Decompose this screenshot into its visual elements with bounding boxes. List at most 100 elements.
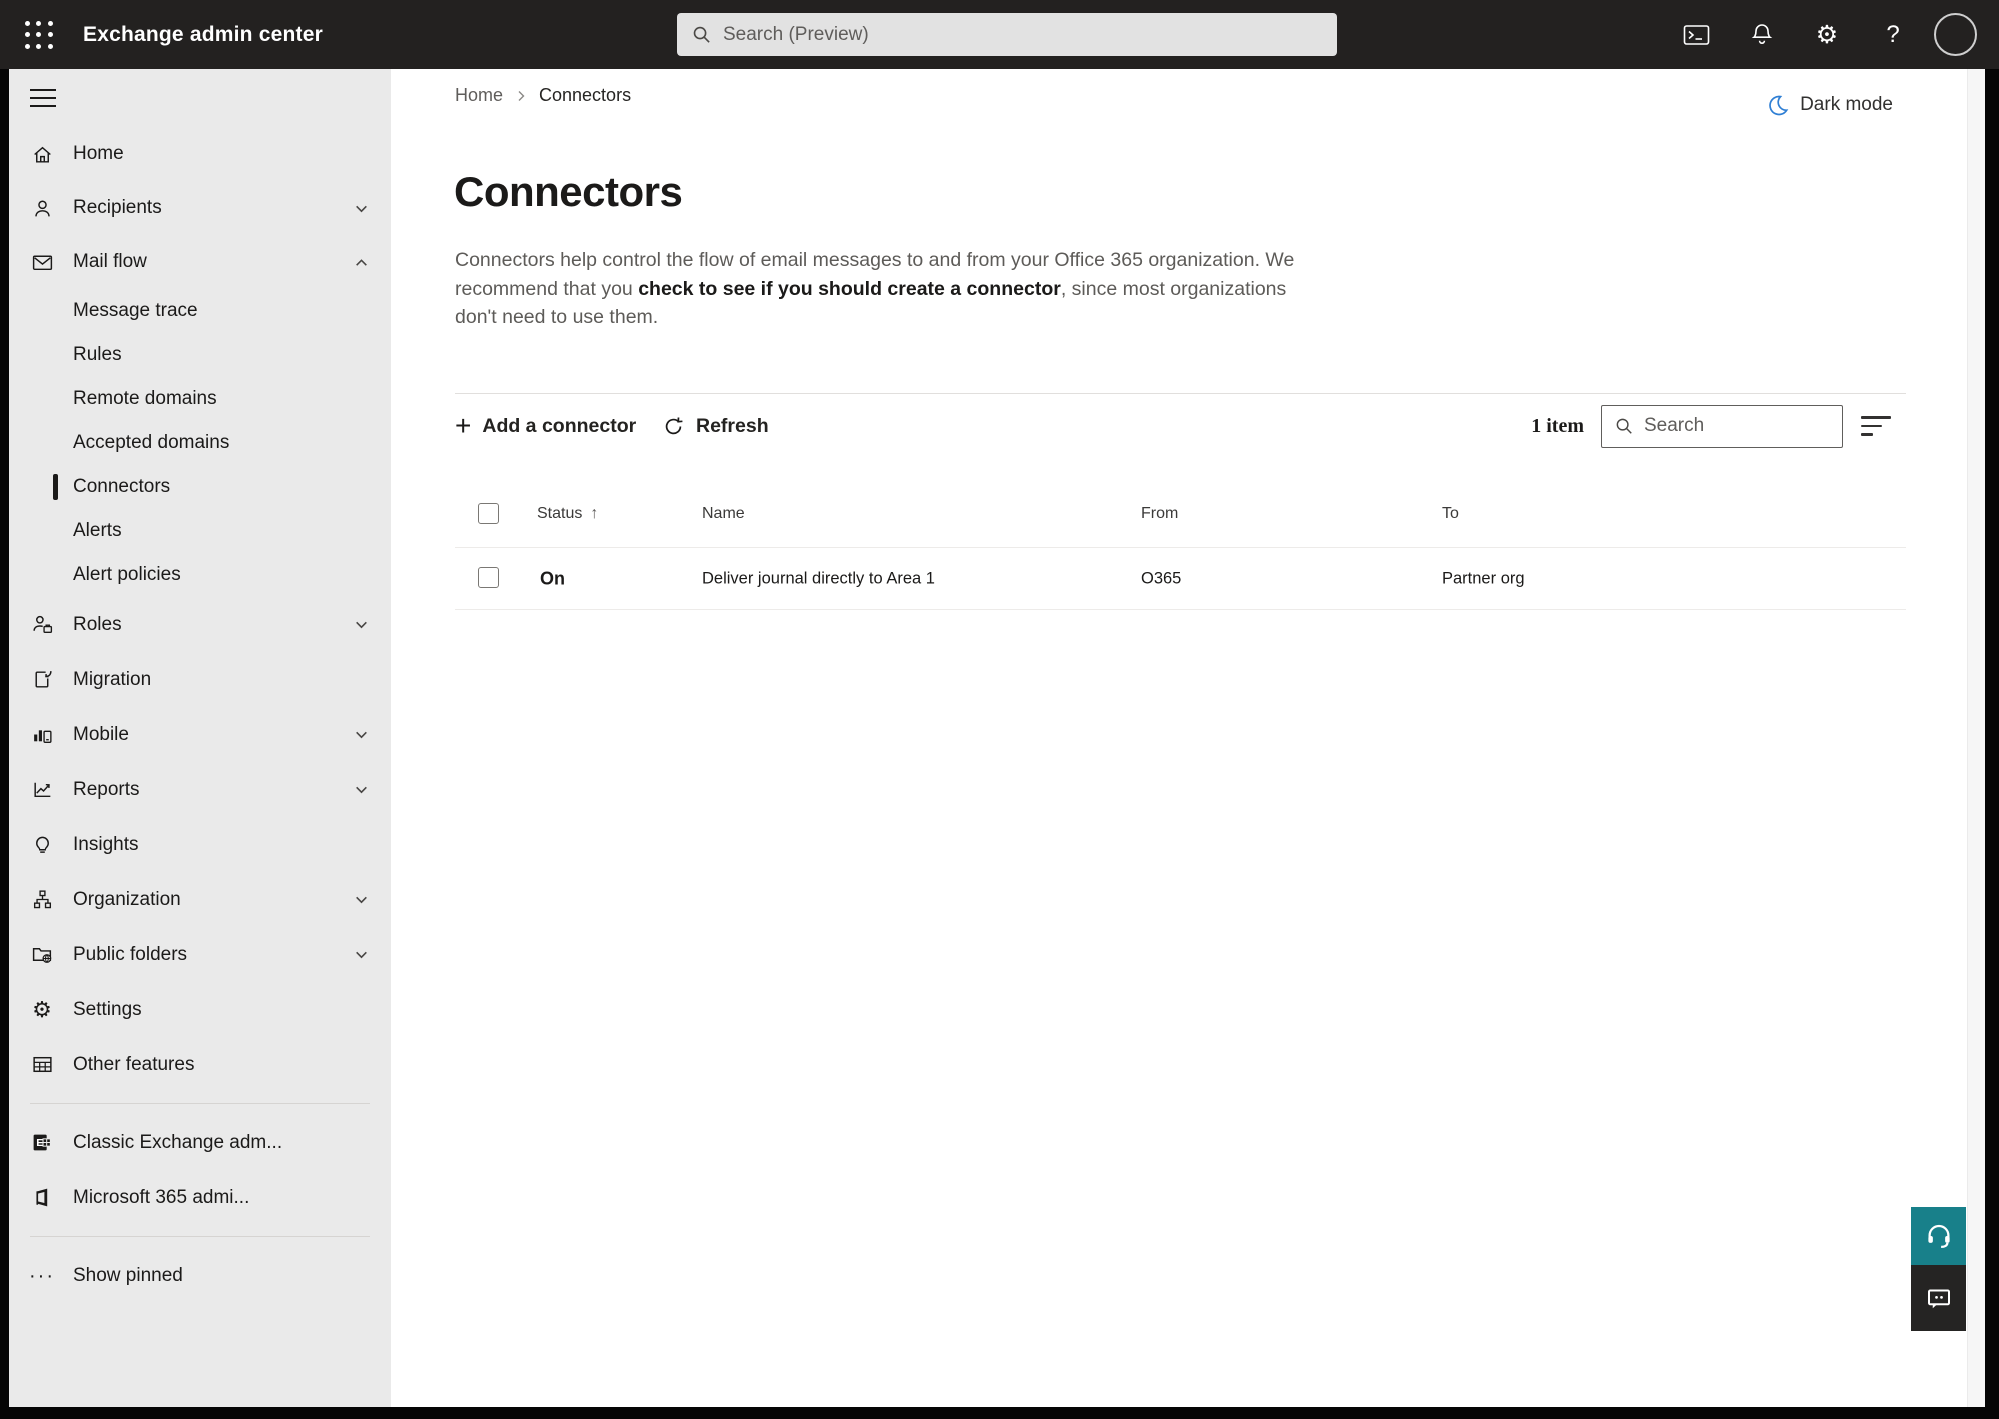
toolbar-right-group: 1 item [1531,400,1891,452]
sidebar-item-migration[interactable]: Migration [9,652,391,707]
sidebar-item-settings[interactable]: ⚙ Settings [9,982,391,1037]
chevron-down-icon [354,617,369,632]
row-to: Partner org [1442,569,1525,587]
column-header-status[interactable]: Status ↑ [537,505,598,523]
sidebar-item-label: Message trace [73,300,198,321]
sidebar-item-accepted-domains[interactable]: Accepted domains [9,421,391,465]
column-header-name[interactable]: Name [702,505,745,523]
refresh-label: Refresh [696,414,769,437]
sidebar-item-mobile[interactable]: Mobile [9,707,391,762]
chevron-down-icon [354,892,369,907]
sidebar-item-reports[interactable]: Reports [9,762,391,817]
sidebar-item-remote-domains[interactable]: Remote domains [9,377,391,421]
notifications-button[interactable] [1744,0,1780,69]
select-all-checkbox[interactable] [478,503,499,524]
sidebar-item-other-features[interactable]: Other features [9,1037,391,1092]
sidebar-item-label: Roles [73,613,122,635]
breadcrumb: Home Connectors [455,85,631,106]
sidebar-item-message-trace[interactable]: Message trace [9,289,391,333]
sort-up-arrow-icon: ↑ [590,505,599,522]
m365-logo-icon [30,1186,54,1210]
question-mark-icon: ? [1886,20,1900,48]
sidebar-item-label: Alert policies [73,564,181,585]
feedback-button[interactable] [1911,1265,1966,1331]
sidebar-item-roles[interactable]: Roles [9,597,391,652]
global-search-input[interactable] [723,23,1323,46]
dark-mode-toggle[interactable]: Dark mode [1766,93,1893,117]
sidebar-item-classic-exchange-admin[interactable]: E Classic Exchange adm... [9,1115,391,1170]
page-title: Connectors [454,168,683,215]
sidebar-item-organization[interactable]: Organization [9,872,391,927]
command-bar: + Add a connector Refresh 1 item [455,400,1906,452]
add-connector-button[interactable]: + Add a connector [455,400,636,452]
support-button[interactable] [1911,1207,1966,1265]
row-from: O365 [1141,569,1182,587]
help-button[interactable]: ? [1878,0,1908,69]
person-icon [30,196,54,220]
sidebar-item-label: Organization [73,888,181,910]
sidebar-item-recipients[interactable]: Recipients [9,181,391,235]
table-grid-icon [30,1053,54,1077]
settings-button[interactable]: ⚙ [1809,0,1845,69]
sidebar-item-mail-flow[interactable]: Mail flow [9,235,391,289]
sidebar-item-label: Settings [73,998,142,1020]
row-divider [455,609,1906,610]
sidebar-item-public-folders[interactable]: Public folders [9,927,391,982]
sidebar-item-home[interactable]: Home [9,127,391,181]
powershell-terminal-button[interactable] [1678,0,1714,69]
column-header-label: Name [702,505,745,522]
nav-collapse-button[interactable] [30,89,56,109]
sidebar-item-label: Alerts [73,520,122,541]
avatar [1933,13,1977,56]
dark-mode-label: Dark mode [1800,94,1893,115]
refresh-button[interactable]: Refresh [662,400,769,452]
column-header-to[interactable]: To [1442,505,1459,523]
chevron-down-icon [354,201,369,216]
app-title: Exchange admin center [83,23,323,46]
breadcrumb-home-link[interactable]: Home [455,85,503,106]
list-search-input[interactable] [1644,415,1830,437]
account-avatar-button[interactable] [1931,0,1979,69]
sidebar-item-label: Rules [73,344,122,365]
sidebar-item-show-pinned[interactable]: ··· Show pinned [9,1248,391,1303]
envelope-icon [30,250,54,274]
sidebar-item-connectors-selected[interactable]: Connectors [9,465,391,509]
chevron-right-icon [518,90,525,101]
row-checkbox[interactable] [478,567,499,588]
sidebar-item-alert-policies[interactable]: Alert policies [9,553,391,597]
sidebar-item-rules[interactable]: Rules [9,333,391,377]
page-arrow-icon [30,668,54,692]
sidebar-item-label: Recipients [73,197,162,218]
page-description: Connectors help control the flow of emai… [455,246,1307,332]
plus-icon: + [455,410,472,441]
refresh-icon [665,416,683,434]
org-tree-icon [30,888,54,912]
list-search-box[interactable] [1601,404,1843,448]
app-launcher-button[interactable] [22,18,56,52]
breadcrumb-current: Connectors [539,85,632,105]
bars-phone-icon [30,723,54,747]
lightbulb-icon [30,833,54,857]
sidebar-item-label: Migration [73,668,152,690]
sidebar-item-label: Reports [73,778,140,800]
sidebar-item-label: Home [73,143,124,164]
global-search-box[interactable] [677,13,1337,56]
column-header-label: Status [537,505,583,522]
sidebar-divider [30,1236,370,1237]
exchange-admin-center-window: Exchange admin center ⚙ ? [0,0,1999,1419]
bell-icon [1751,23,1773,44]
sidebar-item-insights[interactable]: Insights [9,817,391,872]
main-content: Home Connectors Dark mode Connectors Con… [391,69,1985,1407]
person-briefcase-icon [30,613,54,637]
gear-icon: ⚙ [32,996,52,1022]
search-icon [1616,418,1632,434]
sidebar-item-alerts[interactable]: Alerts [9,509,391,553]
sidebar-item-microsoft-365-admin[interactable]: Microsoft 365 admi... [9,1170,391,1225]
column-header-from[interactable]: From [1141,505,1178,523]
vertical-scrollbar[interactable] [1967,69,1985,1407]
sidebar-item-label: Insights [73,833,139,855]
sidebar-item-label: Show pinned [73,1264,183,1286]
sidebar-item-label: Microsoft 365 admi... [73,1186,250,1208]
filter-sort-button[interactable] [1861,412,1891,440]
table-row[interactable]: On Deliver journal directly to Area 1 O3… [391,548,1985,609]
